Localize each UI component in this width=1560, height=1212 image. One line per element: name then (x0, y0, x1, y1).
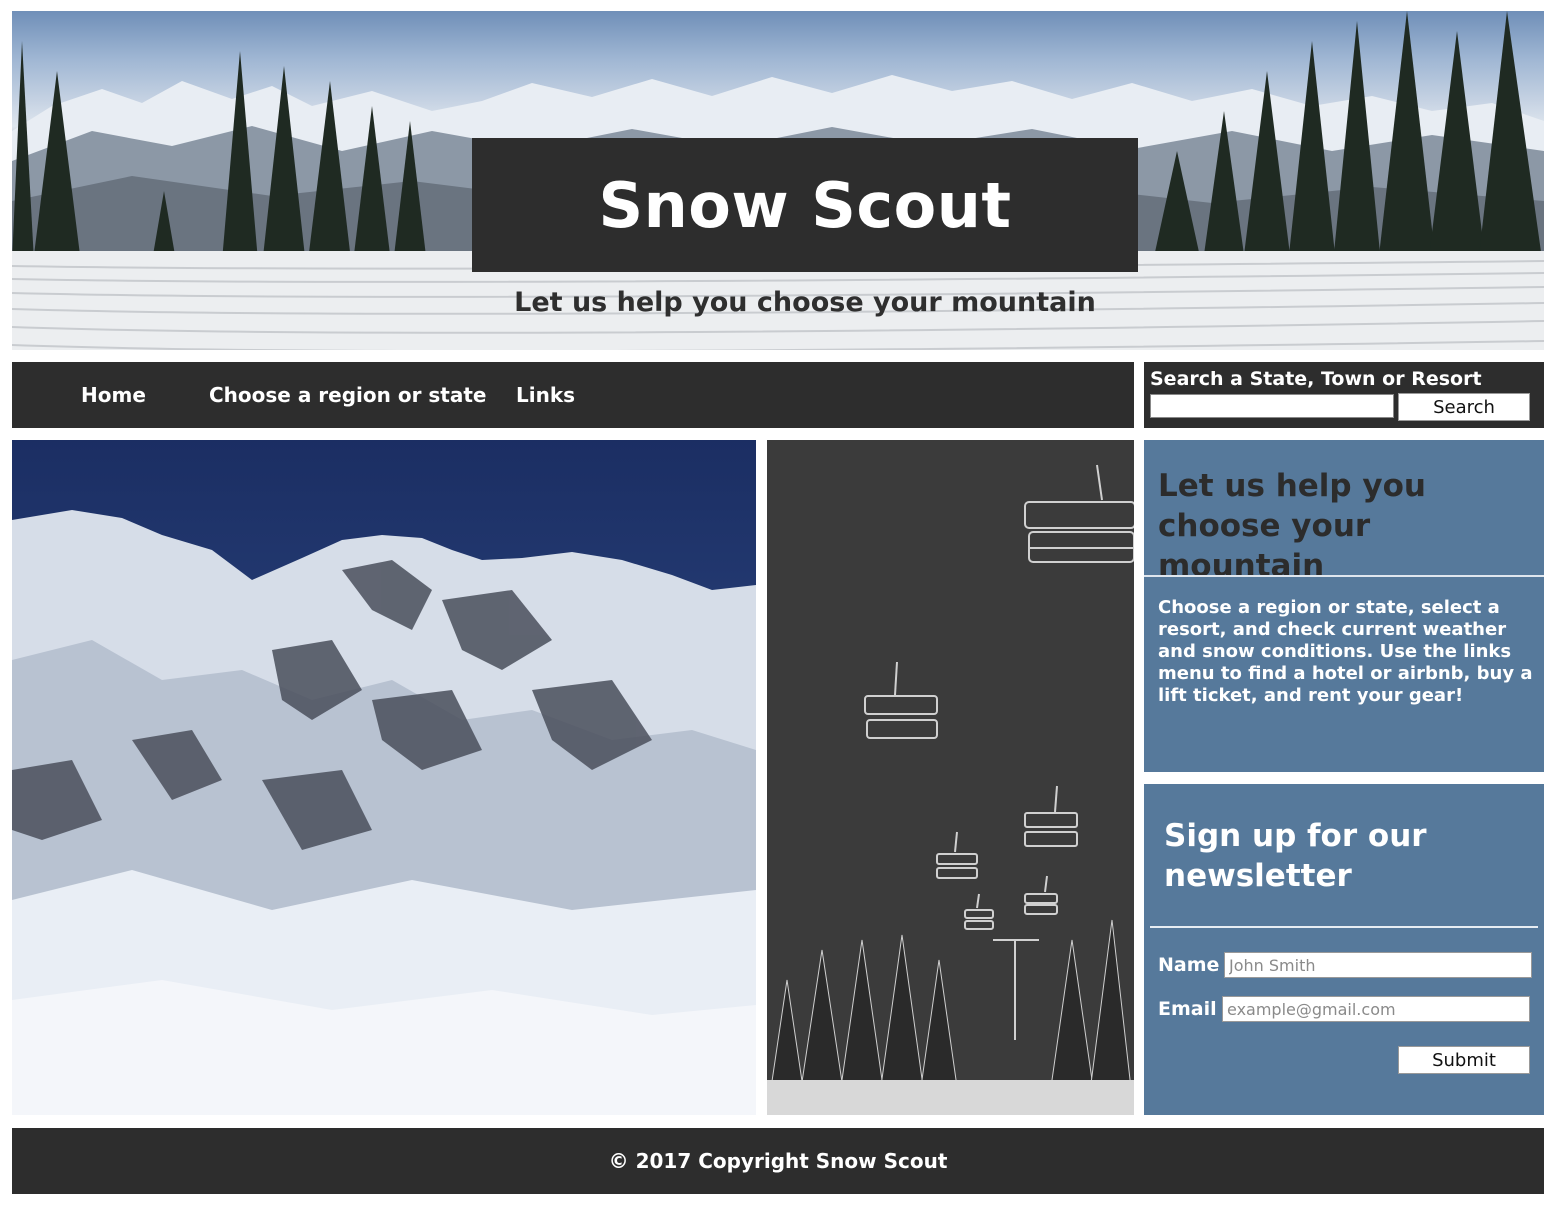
main-nav: Home Choose a region or state Links (12, 362, 1134, 428)
chairlift-photo-art (767, 440, 1134, 1115)
hero-banner: Snow Scout Let us help you choose your m… (12, 11, 1544, 350)
mountain-photo-art (12, 440, 756, 1115)
name-field[interactable] (1224, 952, 1532, 978)
search-panel: Search a State, Town or Resort Search (1144, 362, 1544, 428)
search-label: Search a State, Town or Resort (1150, 368, 1482, 390)
search-button[interactable]: Search (1398, 393, 1530, 421)
footer-copyright: © 2017 Copyright Snow Scout (608, 1149, 948, 1173)
email-field[interactable] (1222, 996, 1530, 1022)
info-heading: Let us help you choose your mountain (1158, 468, 1426, 584)
nav-item-home[interactable]: Home (81, 362, 146, 428)
info-text: Choose a region or state, select a resor… (1158, 597, 1533, 706)
newsletter-heading: Sign up for our newsletter (1164, 818, 1427, 894)
mountain-photo (12, 440, 756, 1115)
hero-tagline: Let us help you choose your mountain (514, 287, 1096, 318)
search-input[interactable] (1150, 394, 1394, 418)
nav-item-choose-region[interactable]: Choose a region or state (209, 362, 486, 428)
name-label: Name (1158, 954, 1220, 976)
newsletter-divider (1150, 926, 1538, 928)
submit-button[interactable]: Submit (1398, 1046, 1530, 1074)
site-title-box: Snow Scout (472, 138, 1138, 272)
chairlift-photo (767, 440, 1134, 1115)
site-title: Snow Scout (598, 168, 1012, 242)
info-panel: Let us help you choose your mountain Cho… (1144, 440, 1544, 772)
footer: © 2017 Copyright Snow Scout (12, 1128, 1544, 1194)
nav-item-links[interactable]: Links (516, 362, 575, 428)
info-divider (1144, 575, 1544, 577)
email-label: Email (1158, 998, 1217, 1020)
newsletter-panel: Sign up for our newsletter Name Email Su… (1144, 784, 1544, 1115)
